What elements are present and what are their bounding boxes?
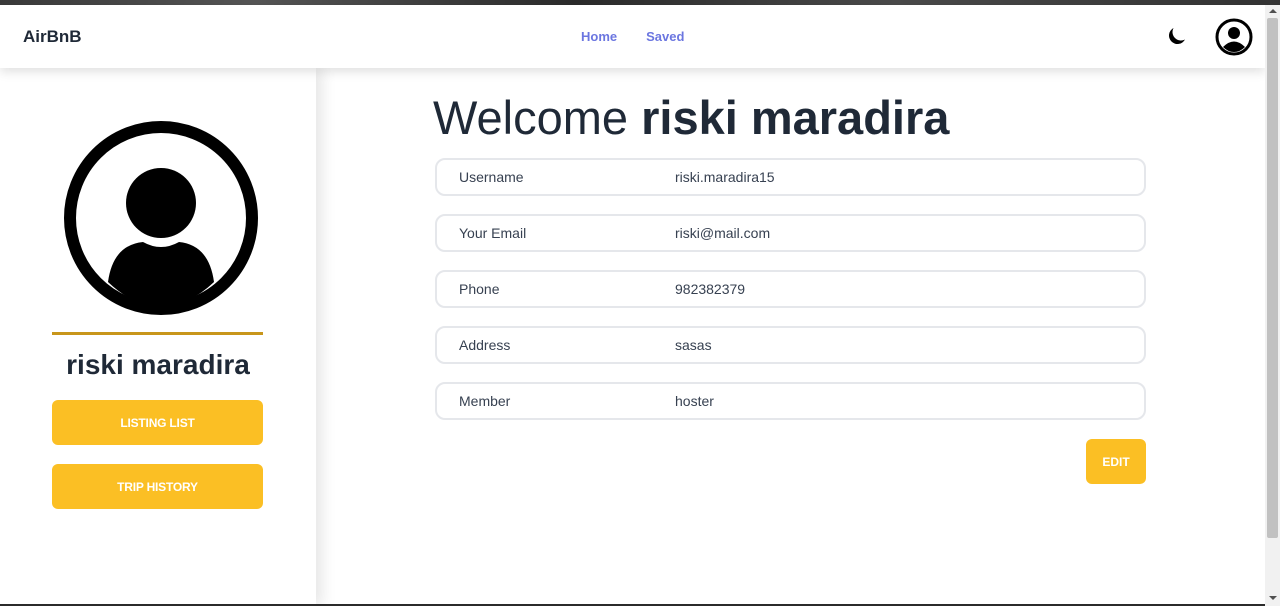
field-value: riski.maradira15	[675, 169, 775, 185]
field-label: Member	[459, 393, 511, 409]
vertical-scrollbar[interactable]	[1265, 5, 1280, 606]
navbar: AirBnB Home Saved	[0, 5, 1265, 68]
email-field[interactable]: Your Email riski@mail.com	[435, 214, 1146, 252]
page-title: Welcome riski maradira	[433, 90, 949, 145]
field-value: sasas	[675, 337, 712, 353]
brand-logo[interactable]: AirBnB	[23, 27, 82, 47]
field-value: 982382379	[675, 281, 746, 297]
phone-field[interactable]: Phone 982382379	[435, 270, 1146, 308]
profile-name: riski maradira	[66, 349, 250, 380]
field-label: Phone	[459, 281, 500, 297]
scroll-down-arrow-icon[interactable]	[1269, 596, 1277, 600]
field-label: Username	[459, 169, 524, 185]
welcome-name: riski maradira	[641, 91, 950, 144]
welcome-prefix: Welcome	[433, 91, 629, 144]
avatar-icon	[64, 121, 258, 315]
moon-icon[interactable]	[1165, 24, 1189, 48]
nav-links: Home Saved	[581, 29, 684, 44]
nav-link-home[interactable]: Home	[581, 29, 617, 44]
edit-button[interactable]: EDIT	[1086, 439, 1146, 484]
scroll-up-arrow-icon[interactable]	[1269, 9, 1277, 13]
user-circle-icon[interactable]	[1214, 17, 1254, 57]
field-value: riski@mail.com	[675, 225, 771, 241]
field-label: Address	[459, 337, 511, 353]
trip-history-button[interactable]: TRIP HISTORY	[52, 464, 263, 509]
member-field[interactable]: Member hoster	[435, 382, 1146, 420]
scroll-thumb[interactable]	[1267, 18, 1278, 538]
field-value: hoster	[675, 393, 714, 409]
listing-list-button[interactable]: LISTING LIST	[52, 400, 263, 445]
name-divider	[52, 332, 263, 335]
nav-link-saved[interactable]: Saved	[646, 29, 684, 44]
field-label: Your Email	[459, 225, 527, 241]
username-field[interactable]: Username riski.maradira15	[435, 158, 1146, 196]
address-field[interactable]: Address sasas	[435, 326, 1146, 364]
profile-sidebar: riski maradira LISTING LIST TRIP HISTORY	[0, 68, 316, 606]
